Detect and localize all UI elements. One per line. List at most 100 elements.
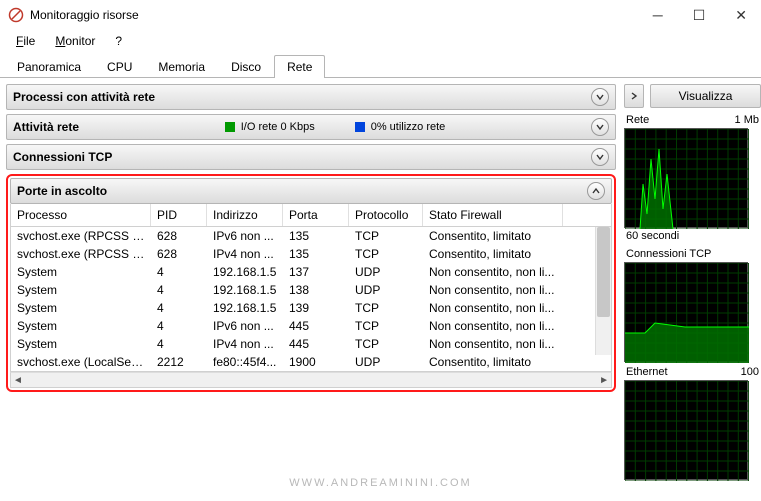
horizontal-scrollbar[interactable]: ◄ ► xyxy=(10,372,612,388)
col-firewall[interactable]: Stato Firewall xyxy=(423,204,563,226)
window-title: Monitoraggio risorse xyxy=(30,8,139,22)
cell: TCP xyxy=(349,300,423,316)
section-tcp[interactable]: Connessioni TCP xyxy=(6,144,616,170)
cell: Non consentito, non li... xyxy=(423,336,563,352)
cell: IPv6 non ... xyxy=(207,228,283,244)
tab-memoria[interactable]: Memoria xyxy=(145,55,218,78)
menu-bar: File Monitor ? xyxy=(0,30,761,52)
cell: svchost.exe (LocalServic... xyxy=(11,354,151,370)
section-net-activity[interactable]: Attività rete I/O rete 0 Kbps 0% utilizz… xyxy=(6,114,616,140)
side-panel: Visualizza Rete 1 Mb 60 secondi Connessio… xyxy=(620,78,761,501)
cell: Consentito, limitato xyxy=(423,246,563,262)
col-protocollo[interactable]: Protocollo xyxy=(349,204,423,226)
close-button[interactable]: ✕ xyxy=(729,5,753,26)
scroll-right-icon[interactable]: ► xyxy=(599,375,609,386)
chevron-down-icon[interactable] xyxy=(591,118,609,136)
cell: System xyxy=(11,282,151,298)
cell: 4 xyxy=(151,336,207,352)
cell: svchost.exe (RPCSS -p) xyxy=(11,228,151,244)
cell: Consentito, limitato xyxy=(423,228,563,244)
maximize-button[interactable]: ☐ xyxy=(687,5,712,26)
cell: 139 xyxy=(283,300,349,316)
col-processo[interactable]: Processo xyxy=(11,204,151,226)
graph-title: Ethernet xyxy=(626,366,668,378)
cell: 1900 xyxy=(283,354,349,370)
cell: System xyxy=(11,318,151,334)
graph-connessioni tcp xyxy=(624,262,748,362)
util-color-box xyxy=(355,122,365,132)
cell: Non consentito, non li... xyxy=(423,318,563,334)
graph-scale: 1 Mb xyxy=(735,114,759,126)
table-body: svchost.exe (RPCSS -p)628IPv6 non ...135… xyxy=(10,227,612,372)
io-color-box xyxy=(225,122,235,132)
app-icon xyxy=(8,7,24,23)
io-label: I/O rete 0 Kbps xyxy=(241,121,315,133)
scroll-left-icon[interactable]: ◄ xyxy=(13,375,23,386)
watermark: WWW.ANDREAMININI.COM xyxy=(289,477,471,489)
table-row[interactable]: System4192.168.1.5139TCPNon consentito, … xyxy=(11,299,611,317)
cell: 628 xyxy=(151,246,207,262)
cell: IPv6 non ... xyxy=(207,318,283,334)
cell: 445 xyxy=(283,318,349,334)
graph-sublabel: 60 secondi xyxy=(624,230,761,246)
cell: IPv4 non ... xyxy=(207,246,283,262)
graph-scale: 100 xyxy=(741,366,759,378)
cell: 192.168.1.5 xyxy=(207,264,283,280)
cell: TCP xyxy=(349,336,423,352)
table-header: Processo PID Indirizzo Porta Protocollo … xyxy=(10,204,612,227)
graph-title: Rete xyxy=(626,114,649,126)
menu-help[interactable]: ? xyxy=(107,32,130,50)
section-title: Connessioni TCP xyxy=(13,150,112,164)
chevron-down-icon[interactable] xyxy=(591,88,609,106)
tab-cpu[interactable]: CPU xyxy=(94,55,145,78)
graph-title: Connessioni TCP xyxy=(626,248,711,260)
col-indirizzo[interactable]: Indirizzo xyxy=(207,204,283,226)
menu-file[interactable]: File xyxy=(8,32,43,50)
cell: System xyxy=(11,264,151,280)
table-row[interactable]: svchost.exe (RPCSS -p)628IPv4 non ...135… xyxy=(11,245,611,263)
cell: 4 xyxy=(151,318,207,334)
section-ports-highlight: Porte in ascolto Processo PID Indirizzo … xyxy=(6,174,616,392)
chevron-up-icon[interactable] xyxy=(587,182,605,200)
menu-monitor[interactable]: Monitor xyxy=(47,32,103,50)
cell: Non consentito, non li... xyxy=(423,282,563,298)
cell: 137 xyxy=(283,264,349,280)
title-bar: Monitoraggio risorse ─ ☐ ✕ xyxy=(0,0,761,30)
graph-rete xyxy=(624,128,748,228)
table-row[interactable]: System4IPv6 non ...445TCPNon consentito,… xyxy=(11,317,611,335)
cell: fe80::45f4... xyxy=(207,354,283,370)
cell: Consentito, limitato xyxy=(423,354,563,370)
main-panel: Processi con attività rete Attività rete… xyxy=(0,78,620,501)
side-collapse-button[interactable] xyxy=(624,84,644,108)
table-row[interactable]: svchost.exe (LocalServic...2212fe80::45f… xyxy=(11,353,611,371)
table-row[interactable]: svchost.exe (RPCSS -p)628IPv6 non ...135… xyxy=(11,227,611,245)
section-net-processes[interactable]: Processi con attività rete xyxy=(6,84,616,110)
tab-panoramica[interactable]: Panoramica xyxy=(4,55,94,78)
cell: 4 xyxy=(151,282,207,298)
vertical-scrollbar[interactable] xyxy=(595,227,611,355)
cell: 2212 xyxy=(151,354,207,370)
cell: UDP xyxy=(349,282,423,298)
col-porta[interactable]: Porta xyxy=(283,204,349,226)
section-title: Attività rete xyxy=(13,120,79,134)
tab-disco[interactable]: Disco xyxy=(218,55,274,78)
table-row[interactable]: System4192.168.1.5138UDPNon consentito, … xyxy=(11,281,611,299)
cell: IPv4 non ... xyxy=(207,336,283,352)
table-row[interactable]: System4IPv4 non ...445TCPNon consentito,… xyxy=(11,335,611,353)
cell: 192.168.1.5 xyxy=(207,300,283,316)
tab-rete[interactable]: Rete xyxy=(274,55,325,78)
minimize-button[interactable]: ─ xyxy=(647,5,669,26)
table-row[interactable]: System4192.168.1.5137UDPNon consentito, … xyxy=(11,263,611,281)
cell: 135 xyxy=(283,228,349,244)
cell: 135 xyxy=(283,246,349,262)
scrollbar-thumb[interactable] xyxy=(597,227,610,317)
cell: 445 xyxy=(283,336,349,352)
cell: Non consentito, non li... xyxy=(423,300,563,316)
visualizza-button[interactable]: Visualizza xyxy=(650,84,761,108)
cell: Non consentito, non li... xyxy=(423,264,563,280)
chevron-down-icon[interactable] xyxy=(591,148,609,166)
col-pid[interactable]: PID xyxy=(151,204,207,226)
cell: System xyxy=(11,300,151,316)
section-ports[interactable]: Porte in ascolto xyxy=(10,178,612,204)
cell: TCP xyxy=(349,246,423,262)
